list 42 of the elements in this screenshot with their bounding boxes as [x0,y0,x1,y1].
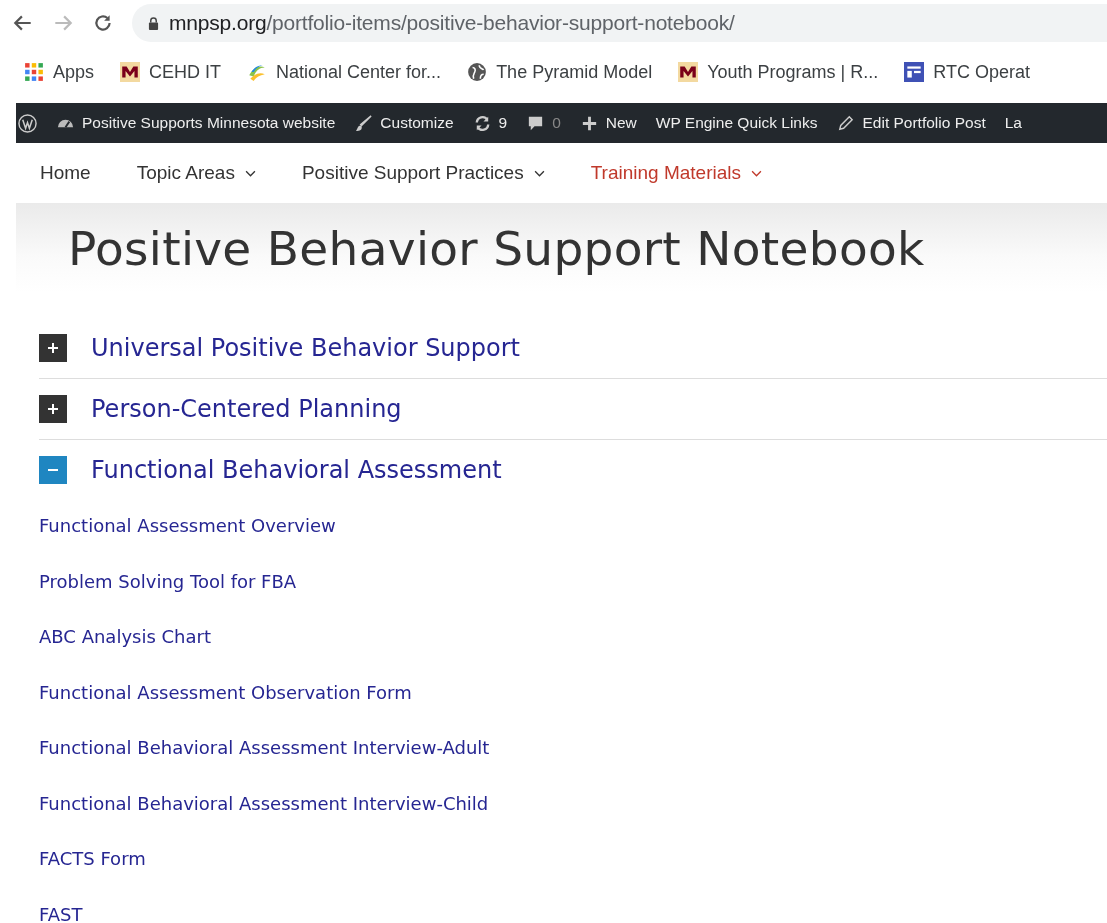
window-tile-icon [904,62,925,82]
brush-icon [354,113,374,133]
page-title: Positive Behavior Support Notebook [68,220,925,276]
maroon-m-icon [678,62,699,82]
bookmark[interactable]: Apps [24,61,95,83]
nav-menu-item[interactable]: Training Materials [590,162,762,184]
document-link[interactable]: Functional Assessment Overview [39,515,336,537]
document-link[interactable]: FAST [39,903,83,923]
bookmark[interactable]: The Pyramid Model [467,61,653,83]
nav-menu-item[interactable]: Home [40,162,91,184]
wordpress-logo-icon[interactable] [18,113,37,133]
bookmark[interactable]: National Center for... [247,61,442,83]
address-bar[interactable]: mnpsp.org/portfolio-items/positive-behavior-support-notebook/ [132,4,1107,42]
accordion-header[interactable]: Person-Centered Planning [39,395,402,423]
admin-bar-item[interactable]: 0 [526,113,561,133]
bookmark[interactable]: RTC Operat [904,61,1030,83]
admin-bar-item[interactable]: La [1004,114,1022,132]
bookmark[interactable]: Youth Programs | R... [678,61,879,83]
lock-icon [148,16,159,30]
admin-bar-item[interactable]: Customize [354,113,454,133]
accordion-header[interactable]: Universal Positive Behavior Support [39,334,520,362]
document-link[interactable]: Functional Behavioral Assessment Interview-Child [39,792,489,815]
nav-menu-item[interactable]: Topic Areas [136,162,256,184]
apps-grid-icon [24,62,44,82]
admin-bar-item[interactable]: WP Engine Quick Links [655,114,818,132]
document-link[interactable]: ABC Analysis Chart [39,626,211,648]
nav-menu-item[interactable]: Positive Support Practices [301,162,545,184]
admin-bar-item[interactable]: 9 [472,113,508,133]
maroon-m-icon [120,62,141,82]
document-link[interactable]: Functional Assessment Observation Form [39,681,412,704]
admin-bar-item[interactable]: New [579,113,637,133]
admin-bar-item[interactable]: Positive Supports Minnesota website [56,113,336,133]
document-link[interactable]: Functional Behavioral Assessment Interview-Adult [39,737,490,759]
accordion-header[interactable]: Functional Behavioral Assessment [39,456,502,484]
bookmark[interactable]: CEHD IT [120,61,222,83]
admin-bar-item[interactable]: Edit Portfolio Post [836,113,986,133]
pencil-icon [836,113,856,133]
document-link[interactable]: Problem Solving Tool for FBA [39,570,297,593]
document-link[interactable]: FACTS Form [39,848,146,870]
globe-icon [467,62,488,82]
reload-icon[interactable] [92,12,114,34]
swirl-icon [247,62,268,82]
